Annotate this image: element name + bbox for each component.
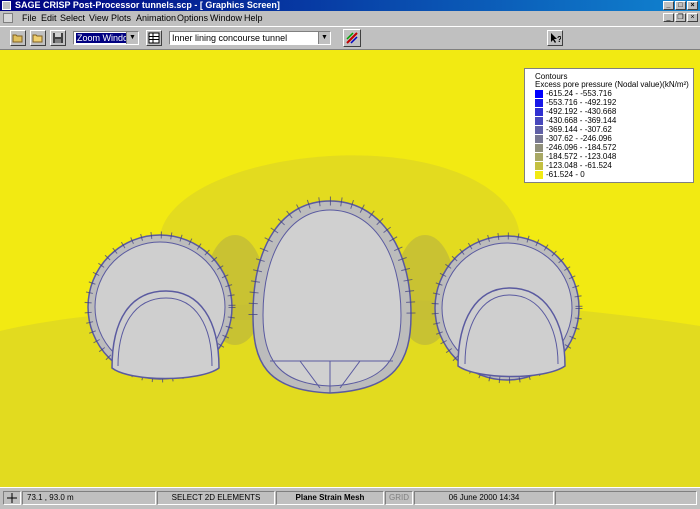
plot-selector-value: Inner lining concourse tunnel (172, 33, 288, 43)
app-icon (2, 1, 11, 10)
title-bar: SAGE CRISP Post-Processor tunnels.scp - … (0, 0, 700, 11)
legend-swatch (535, 126, 543, 134)
window-title: SAGE CRISP Post-Processor tunnels.scp - … (15, 0, 280, 10)
plot-selector-chevron-icon[interactable]: ▼ (318, 32, 330, 44)
legend-label: -184.572 - -123.048 (546, 152, 617, 161)
maximize-button[interactable]: □ (675, 1, 686, 10)
child-restore-button[interactable]: ❐ (675, 13, 686, 22)
grid-toggle[interactable]: GRID (385, 491, 413, 505)
open-folder-icon (12, 34, 23, 43)
legend-swatch (535, 171, 543, 179)
floppy-disk-icon (53, 33, 63, 43)
legend-label: -307.62 - -246.096 (546, 134, 612, 143)
legend-swatch (535, 117, 543, 125)
menu-view[interactable]: View (89, 13, 108, 24)
legend-label: -246.096 - -184.572 (546, 143, 617, 152)
save-button[interactable] (50, 30, 66, 46)
status-bar: 73.1 , 93.0 m SELECT 2D ELEMENTS Plane S… (0, 487, 700, 509)
context-help-icon: ? (551, 33, 561, 44)
menu-edit[interactable]: Edit (41, 13, 57, 24)
close-button[interactable]: × (687, 1, 698, 10)
plot-selector-dropdown[interactable]: Inner lining concourse tunnel ▼ (169, 31, 331, 45)
legend-swatch (535, 135, 543, 143)
open-file-button[interactable] (30, 30, 46, 46)
date-time: 06 June 2000 14:34 (414, 491, 554, 505)
minimize-button[interactable]: _ (663, 1, 674, 10)
legend-swatch (535, 90, 543, 98)
help-button[interactable]: ? (547, 30, 563, 46)
menu-options[interactable]: Options (177, 13, 208, 24)
zoom-dropdown[interactable]: Zoom Window ▼ (73, 31, 139, 45)
menu-bar: File Edit Select View Plots Animation Op… (0, 11, 700, 26)
legend-label: -369.144 - -307.62 (546, 125, 612, 134)
menu-plots[interactable]: Plots (111, 13, 131, 24)
right-tunnel-mesh[interactable] (431, 232, 583, 384)
menu-help[interactable]: Help (244, 13, 263, 24)
svg-text:?: ? (557, 35, 561, 44)
cursor-coordinates: 73.1 , 93.0 m (22, 491, 156, 505)
menu-window[interactable]: Window (210, 13, 242, 24)
legend-swatch (535, 162, 543, 170)
menu-file[interactable]: File (22, 13, 37, 24)
legend-subtitle: Excess pore pressure (Nodal value)(kN/m²… (535, 80, 689, 89)
mesh-type: Plane Strain Mesh (276, 491, 384, 505)
menu-select[interactable]: Select (60, 13, 85, 24)
crosshair-icon (7, 493, 17, 503)
menu-animation[interactable]: Animation (136, 13, 176, 24)
legend-label: -615.24 - -553.716 (546, 89, 612, 98)
legend-swatch (535, 99, 543, 107)
legend-swatch (535, 108, 543, 116)
child-minimize-button[interactable]: _ (663, 13, 674, 22)
document-icon[interactable] (3, 13, 13, 23)
plot-draw-icon (346, 32, 358, 44)
legend-label: -430.668 - -369.144 (546, 116, 617, 125)
contour-legend: Contours Excess pore pressure (Nodal val… (524, 68, 694, 183)
selection-mode: SELECT 2D ELEMENTS (157, 491, 275, 505)
cursor-icon-panel (3, 491, 21, 505)
graphics-canvas[interactable]: Contours Excess pore pressure (Nodal val… (0, 50, 700, 487)
legend-swatch (535, 144, 543, 152)
legend-label: -61.524 - 0 (546, 170, 585, 179)
status-panel-empty (555, 491, 697, 505)
zoom-dropdown-chevron-icon[interactable]: ▼ (126, 32, 138, 44)
legend-swatch (535, 153, 543, 161)
legend-label: -553.716 - -492.192 (546, 98, 617, 107)
left-tunnel-mesh[interactable] (84, 231, 236, 383)
legend-label: -492.192 - -430.668 (546, 107, 617, 116)
child-close-button[interactable]: × (687, 13, 698, 22)
toolbar: Zoom Window ▼ Inner lining concourse tun… (0, 26, 700, 50)
folder-icon (32, 34, 43, 43)
table-button[interactable] (146, 30, 162, 46)
table-icon (148, 32, 160, 44)
legend-label: -123.048 - -61.524 (546, 161, 612, 170)
refresh-plot-button[interactable] (343, 29, 361, 47)
open-folder-button[interactable] (10, 30, 26, 46)
center-tunnel-mesh[interactable] (248, 196, 416, 394)
